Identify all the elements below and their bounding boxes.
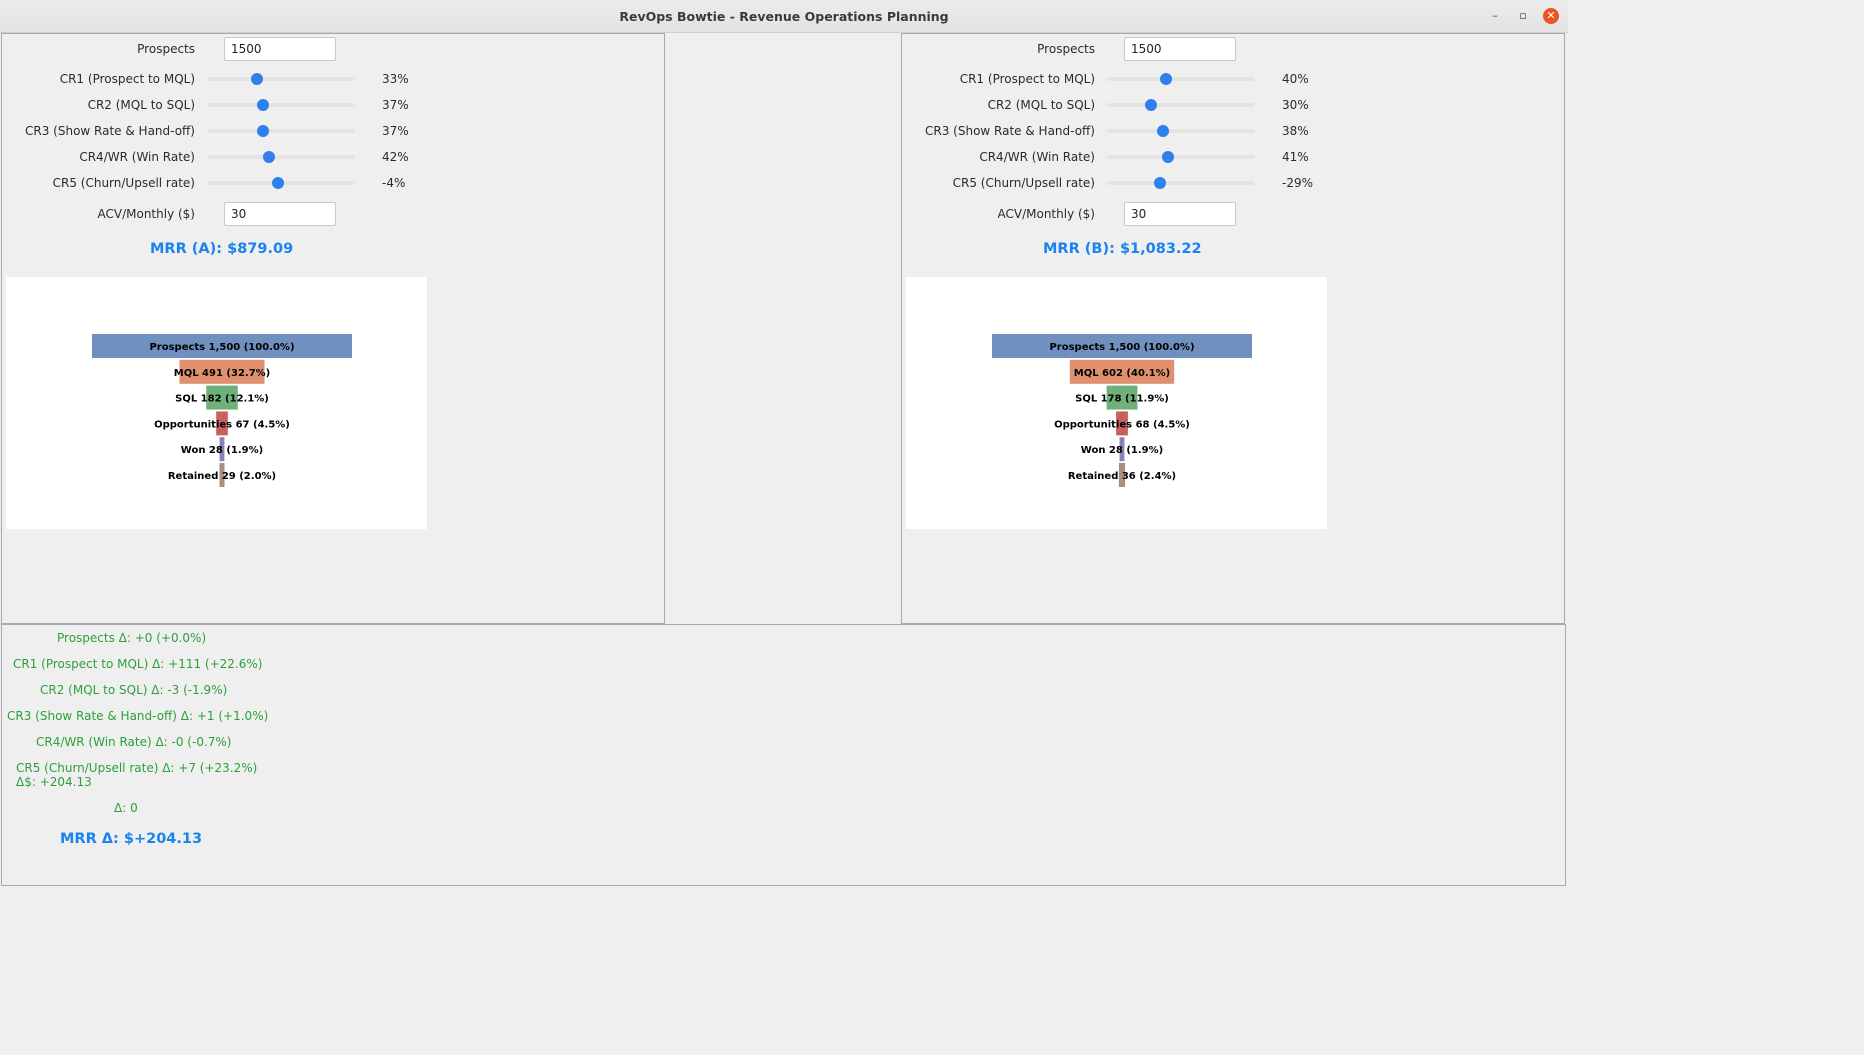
cr1-delta: CR1 (Prospect to MQL) Δ: +111 (+22.6%) — [13, 657, 263, 671]
dollar-delta: Δ$: +204.13 — [16, 775, 92, 789]
funnel-chart-a: Prospects 1,500 (100.0%) MQL 491 (32.7%) S… — [6, 277, 427, 529]
acv-delta: Δ: 0 — [114, 801, 138, 815]
cr3-delta: CR3 (Show Rate & Hand-off) Δ: +1 (+1.0%) — [7, 709, 269, 723]
window-titlebar: RevOps Bowtie - Revenue Operations Plann… — [0, 0, 1568, 33]
cr2-slider[interactable] — [207, 99, 355, 111]
cr2-slider-handle[interactable] — [257, 99, 270, 111]
cr3-label: CR3 (Show Rate & Hand-off) — [925, 124, 1095, 138]
cr3-label: CR3 (Show Rate & Hand-off) — [25, 124, 195, 138]
maximize-button[interactable]: ▫ — [1515, 8, 1531, 24]
cr2-slider[interactable] — [1107, 99, 1255, 111]
cr2-value: 37% — [382, 98, 409, 112]
cr5-slider[interactable] — [207, 177, 355, 189]
cr5-value: -4% — [382, 176, 406, 190]
funnel-label-prospects: Prospects 1,500 (100.0%) — [1049, 342, 1194, 353]
acv-input[interactable] — [1124, 202, 1236, 226]
cr4-value: 42% — [382, 150, 409, 164]
acv-input[interactable] — [224, 202, 336, 226]
scenario-b-panel: Prospects CR1 (Prospect to MQL) 40% CR2 … — [901, 33, 1565, 624]
cr1-slider-handle[interactable] — [251, 73, 264, 85]
cr3-slider-handle[interactable] — [257, 125, 270, 137]
prospects-label: Prospects — [1037, 42, 1095, 56]
prospects-label: Prospects — [137, 42, 195, 56]
cr4-slider[interactable] — [1107, 151, 1255, 163]
prospects-input[interactable] — [1124, 37, 1236, 61]
cr1-slider[interactable] — [207, 73, 355, 85]
cr5-label: CR5 (Churn/Upsell rate) — [952, 176, 1095, 190]
close-button[interactable]: ✕ — [1543, 8, 1559, 24]
cr5-delta: CR5 (Churn/Upsell rate) Δ: +7 (+23.2%) — [16, 761, 258, 775]
cr4-slider[interactable] — [207, 151, 355, 163]
cr4-slider-handle[interactable] — [1161, 151, 1174, 163]
mrr-b-label: MRR (B): $1,083.22 — [1043, 241, 1202, 257]
cr3-value: 38% — [1282, 124, 1309, 138]
prospects-delta: Prospects Δ: +0 (+0.0%) — [57, 631, 207, 645]
cr1-value: 33% — [382, 72, 409, 86]
minimize-button[interactable]: – — [1487, 8, 1503, 24]
window-title: RevOps Bowtie - Revenue Operations Plann… — [619, 9, 949, 24]
funnel-label-retained: Retained 36 (2.4%) — [1068, 471, 1176, 482]
funnel-chart-b: Prospects 1,500 (100.0%) MQL 602 (40.1%) S… — [906, 277, 1327, 529]
funnel-label-mql: MQL 491 (32.7%) — [174, 368, 271, 379]
funnel-chart-b-svg: Prospects 1,500 (100.0%) MQL 602 (40.1%) S… — [992, 334, 1252, 487]
cr1-slider[interactable] — [1107, 73, 1255, 85]
cr5-slider-handle[interactable] — [272, 177, 285, 189]
cr1-label: CR1 (Prospect to MQL) — [959, 72, 1095, 86]
funnel-label-sql: SQL 182 (12.1%) — [175, 394, 269, 405]
funnel-label-opportunities: Opportunities 68 (4.5%) — [1054, 419, 1190, 430]
scenario-a-panel: Prospects CR1 (Prospect to MQL) 33% CR2 … — [1, 33, 665, 624]
acv-label: ACV/Monthly ($) — [997, 207, 1096, 221]
cr4-value: 41% — [1282, 150, 1309, 164]
funnel-label-mql: MQL 602 (40.1%) — [1074, 368, 1171, 379]
cr5-slider[interactable] — [1107, 177, 1255, 189]
funnel-chart-a-svg: Prospects 1,500 (100.0%) MQL 491 (32.7%) S… — [92, 334, 352, 487]
cr2-label: CR2 (MQL to SQL) — [987, 98, 1095, 112]
cr5-slider-handle[interactable] — [1154, 177, 1167, 189]
cr1-value: 40% — [1282, 72, 1309, 86]
funnel-label-opportunities: Opportunities 67 (4.5%) — [154, 419, 290, 430]
funnel-label-sql: SQL 178 (11.9%) — [1075, 394, 1169, 405]
cr1-slider-handle[interactable] — [1160, 73, 1173, 85]
cr5-value: -29% — [1282, 176, 1314, 190]
funnel-label-won: Won 28 (1.9%) — [181, 445, 263, 456]
mrr-a-label: MRR (A): $879.09 — [150, 241, 294, 257]
cr2-value: 30% — [1282, 98, 1309, 112]
cr2-slider-handle[interactable] — [1145, 99, 1158, 111]
cr5-label: CR5 (Churn/Upsell rate) — [52, 176, 195, 190]
prospects-input[interactable] — [224, 37, 336, 61]
funnel-label-retained: Retained 29 (2.0%) — [168, 471, 276, 482]
cr2-delta: CR2 (MQL to SQL) Δ: -3 (-1.9%) — [40, 683, 228, 697]
cr3-slider[interactable] — [1107, 125, 1255, 137]
funnel-label-won: Won 28 (1.9%) — [1081, 445, 1163, 456]
mrr-delta-label: MRR Δ: $+204.13 — [60, 831, 203, 847]
cr4-label: CR4/WR (Win Rate) — [979, 150, 1095, 164]
cr1-label: CR1 (Prospect to MQL) — [59, 72, 195, 86]
delta-panel: Prospects Δ: +0 (+0.0%) CR1 (Prospect to… — [1, 624, 1566, 886]
funnel-label-prospects: Prospects 1,500 (100.0%) — [149, 342, 294, 353]
cr4-delta: CR4/WR (Win Rate) Δ: -0 (-0.7%) — [36, 735, 232, 749]
acv-label: ACV/Monthly ($) — [97, 207, 196, 221]
cr3-slider-handle[interactable] — [1157, 125, 1170, 137]
cr4-slider-handle[interactable] — [263, 151, 276, 163]
cr2-label: CR2 (MQL to SQL) — [87, 98, 195, 112]
cr3-value: 37% — [382, 124, 409, 138]
cr3-slider[interactable] — [207, 125, 355, 137]
cr4-label: CR4/WR (Win Rate) — [79, 150, 195, 164]
